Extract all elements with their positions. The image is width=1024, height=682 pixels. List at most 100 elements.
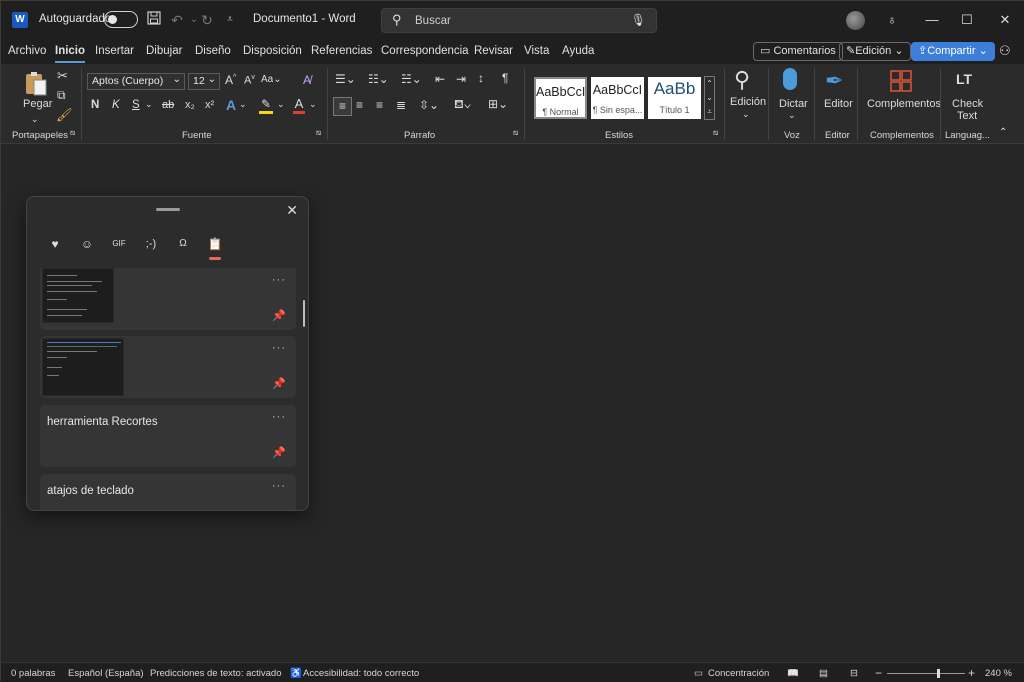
share-button[interactable]: ⇪Compartir ⌄ [911, 42, 995, 61]
numbering-icon[interactable]: ☷⌄ [368, 72, 389, 86]
addins-icon[interactable] [890, 70, 912, 92]
tab-revisar[interactable]: Revisar [474, 45, 513, 57]
subscript-button[interactable]: x₂ [185, 99, 195, 111]
highlight-icon[interactable]: ✎ [259, 97, 273, 114]
check-label[interactable]: Check [952, 98, 983, 110]
align-center-icon[interactable]: ≡ [356, 98, 363, 112]
print-layout-icon[interactable]: ▤ [819, 668, 828, 679]
minimize-icon[interactable]: — [921, 9, 943, 31]
copilot-icon[interactable]: ⚇ [999, 43, 1011, 59]
zoom-out-icon[interactable]: − [875, 666, 882, 680]
redo-icon[interactable]: ↻ [197, 9, 217, 31]
dialog-launcher-icon[interactable]: ⧅ [513, 128, 518, 138]
paste-icon[interactable] [23, 70, 49, 96]
zoom-slider-thumb[interactable] [937, 669, 940, 678]
more-options-icon[interactable]: ··· [272, 274, 286, 286]
pin-icon[interactable]: 📌 [272, 446, 286, 459]
drag-handle[interactable] [156, 208, 180, 211]
chevron-down-icon[interactable]: ⌄ [145, 99, 153, 110]
clipboard-item[interactable]: herramienta Recortes ··· 📌 [40, 405, 296, 467]
text-predictions-status[interactable]: Predicciones de texto: activado [150, 668, 282, 679]
search-box[interactable]: ⚲ Buscar 🎙 [381, 8, 657, 33]
shrink-font-icon[interactable]: Av [244, 74, 255, 87]
decrease-indent-icon[interactable]: ⇤ [435, 72, 445, 86]
tab-insertar[interactable]: Insertar [95, 45, 134, 57]
copy-icon[interactable]: ⧉ [57, 88, 66, 103]
close-icon[interactable]: ✕ [994, 9, 1016, 31]
avatar[interactable] [846, 11, 865, 30]
dialog-launcher-icon[interactable]: ⧅ [713, 128, 718, 138]
close-icon[interactable]: ✕ [286, 202, 298, 219]
show-marks-icon[interactable]: ¶ [502, 71, 508, 85]
font-size-combo[interactable]: 12 [188, 72, 220, 90]
multilevel-list-icon[interactable]: ☵⌄ [401, 72, 422, 86]
microphone-icon[interactable] [783, 68, 797, 90]
tab-archivo[interactable]: Archivo [8, 45, 46, 57]
clear-format-icon[interactable]: A̸ [303, 73, 311, 87]
autosave-toggle[interactable] [104, 11, 138, 28]
language-status[interactable]: Español (España) [68, 668, 144, 679]
dictate-label[interactable]: Dictar [779, 98, 808, 110]
languagetool-icon[interactable]: LT [956, 71, 972, 87]
format-painter-icon[interactable]: 🖌 [56, 107, 73, 123]
addins-label[interactable]: Complementos [867, 98, 941, 110]
align-right-icon[interactable]: ≡ [376, 98, 383, 112]
symbols-icon[interactable]: Ω [173, 235, 193, 253]
styles-scroll-icon[interactable]: ⌃ ⌄ ⩡ [704, 76, 715, 120]
borders-icon[interactable]: ⊞⌄ [488, 97, 508, 111]
chevron-down-icon[interactable]: ⌄ [277, 99, 285, 110]
tab-dibujar[interactable]: Dibujar [146, 45, 182, 57]
read-mode-icon[interactable]: 📖 [787, 668, 799, 679]
accessibility-status[interactable]: Accesibilidad: todo correcto [303, 668, 419, 679]
chevron-down-icon[interactable]: ⌄ [742, 109, 750, 120]
paste-label[interactable]: Pegar [23, 98, 52, 110]
dialog-launcher-icon[interactable]: ⧅ [316, 128, 321, 138]
font-name-combo[interactable]: Aptos (Cuerpo) [87, 72, 185, 90]
zoom-in-icon[interactable]: + [968, 666, 975, 680]
style-titulo-1[interactable]: AaBb Título 1 [648, 77, 701, 119]
editor-icon[interactable]: ✒ [825, 68, 843, 94]
tab-ayuda[interactable]: Ayuda [562, 45, 594, 57]
clipboard-history-icon[interactable]: 📋 [205, 235, 225, 260]
tab-diseno[interactable]: Diseño [195, 45, 231, 57]
increase-indent-icon[interactable]: ⇥ [456, 72, 466, 86]
tab-disposicion[interactable]: Disposición [243, 45, 302, 57]
pin-icon[interactable]: 📌 [272, 309, 286, 322]
emoji-icon[interactable]: ☺ [77, 235, 97, 253]
gif-icon[interactable]: GIF [109, 235, 129, 253]
strikethrough-button[interactable]: ab [162, 99, 174, 111]
justify-icon[interactable]: ≣ [396, 98, 406, 112]
font-color-icon[interactable]: A [293, 96, 305, 114]
chevron-down-icon[interactable]: ⌄ [31, 114, 39, 125]
maximize-icon[interactable]: ☐ [956, 9, 978, 31]
focus-mode-button[interactable]: Concentración [708, 668, 769, 679]
tab-inicio[interactable]: Inicio [55, 45, 86, 63]
editing-label[interactable]: Edición [730, 96, 766, 108]
more-options-icon[interactable]: ··· [272, 480, 286, 492]
text-label[interactable]: Text [957, 110, 977, 122]
line-spacing-icon[interactable]: ⇳⌄ [419, 98, 439, 112]
bold-button[interactable]: N [91, 99, 99, 111]
microphone-icon[interactable]: 🎙 [631, 13, 646, 27]
shading-icon[interactable]: ⛾⌄ [454, 97, 471, 113]
cut-icon[interactable]: ✂ [57, 68, 68, 84]
style-sin-espaciado[interactable]: AaBbCcI ¶ Sin espa... [591, 77, 644, 119]
zoom-slider[interactable] [887, 673, 965, 674]
scrollbar[interactable] [303, 300, 305, 327]
tab-correspondencia[interactable]: Correspondencia [381, 45, 469, 57]
tab-vista[interactable]: Vista [524, 45, 549, 57]
customize-qat-icon[interactable]: ⩡ [220, 9, 240, 31]
more-options-icon[interactable]: ··· [272, 342, 286, 354]
chevron-down-icon[interactable]: ⌄ [788, 110, 796, 121]
clipboard-item[interactable]: atajos de teclado ··· [40, 474, 296, 510]
zoom-level[interactable]: 240 % [985, 668, 1012, 679]
chevron-down-icon[interactable]: ⌄ [309, 99, 317, 110]
editor-label[interactable]: Editor [824, 98, 853, 110]
word-count[interactable]: 0 palabras [11, 668, 55, 679]
chevron-down-icon[interactable]: ⌄ [239, 99, 247, 110]
grow-font-icon[interactable]: A^ [225, 73, 236, 87]
find-icon[interactable]: ⚲ [734, 67, 750, 93]
change-case-icon[interactable]: Aa⌄ [261, 74, 282, 85]
web-layout-icon[interactable]: ⊟ [850, 668, 858, 679]
collapse-ribbon-icon[interactable]: ⌃ [999, 127, 1007, 138]
